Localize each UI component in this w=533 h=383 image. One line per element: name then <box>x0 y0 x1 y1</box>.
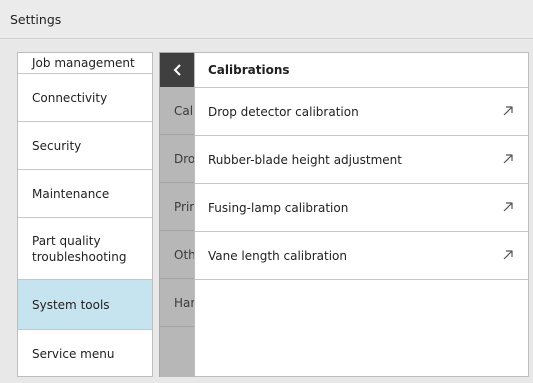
system-tools-submenu: Cali Dro Prir Oth Har <box>159 52 195 377</box>
submenu-item-label: Prir <box>174 199 195 214</box>
top-bar: Settings <box>0 0 533 39</box>
calibration-item-drop-detector[interactable]: Drop detector calibration <box>195 88 528 136</box>
calibration-label: Fusing-lamp calibration <box>208 200 349 215</box>
menu-item-label: Security <box>32 138 82 153</box>
menu-item-connectivity[interactable]: Connectivity <box>18 74 152 122</box>
menu-item-label: System tools <box>32 297 110 312</box>
submenu-item[interactable]: Cali <box>160 87 195 135</box>
submenu-item[interactable]: Prir <box>160 183 195 231</box>
menu-item-service-menu[interactable]: Service menu <box>18 330 152 376</box>
calibration-label: Drop detector calibration <box>208 104 359 119</box>
external-arrow-icon <box>503 106 513 116</box>
chevron-left-icon <box>173 64 181 76</box>
menu-item-label: Job management <box>32 56 135 70</box>
menu-item-maintenance[interactable]: Maintenance <box>18 170 152 218</box>
menu-item-label: Service menu <box>32 347 115 361</box>
submenu-item-label: Dro <box>174 151 195 166</box>
submenu-item-label: Har <box>174 295 195 310</box>
calibration-item-vane-length[interactable]: Vane length calibration <box>195 232 528 280</box>
settings-menu: Job management Connectivity Security Mai… <box>17 52 153 377</box>
external-arrow-icon <box>503 202 513 212</box>
external-arrow-icon <box>503 154 513 164</box>
calibration-item-rubber-blade[interactable]: Rubber-blade height adjustment <box>195 136 528 184</box>
calibration-label: Rubber-blade height adjustment <box>208 152 402 167</box>
submenu-item[interactable]: Dro <box>160 135 195 183</box>
menu-item-label: Maintenance <box>32 186 110 201</box>
submenu-item[interactable]: Har <box>160 279 195 327</box>
submenu-item-label: Oth <box>174 247 195 262</box>
menu-item-system-tools[interactable]: System tools <box>18 280 152 330</box>
panel-title: Calibrations <box>195 53 528 88</box>
menu-item-label: Connectivity <box>32 90 108 105</box>
calibration-label: Vane length calibration <box>208 248 348 263</box>
page-title: Settings <box>10 12 62 27</box>
external-arrow-icon <box>503 250 513 260</box>
menu-item-security[interactable]: Security <box>18 122 152 170</box>
calibrations-panel: Calibrations Drop detector calibration R… <box>194 52 529 377</box>
menu-item-job-management[interactable]: Job management <box>18 53 152 74</box>
calibration-item-fusing-lamp[interactable]: Fusing-lamp calibration <box>195 184 528 232</box>
back-button[interactable] <box>160 53 195 87</box>
submenu-item-label: Cali <box>174 103 195 118</box>
menu-item-label: Part quality troubleshooting <box>32 233 127 264</box>
menu-item-part-quality-troubleshooting[interactable]: Part quality troubleshooting <box>18 218 152 280</box>
submenu-item[interactable]: Oth <box>160 231 195 279</box>
